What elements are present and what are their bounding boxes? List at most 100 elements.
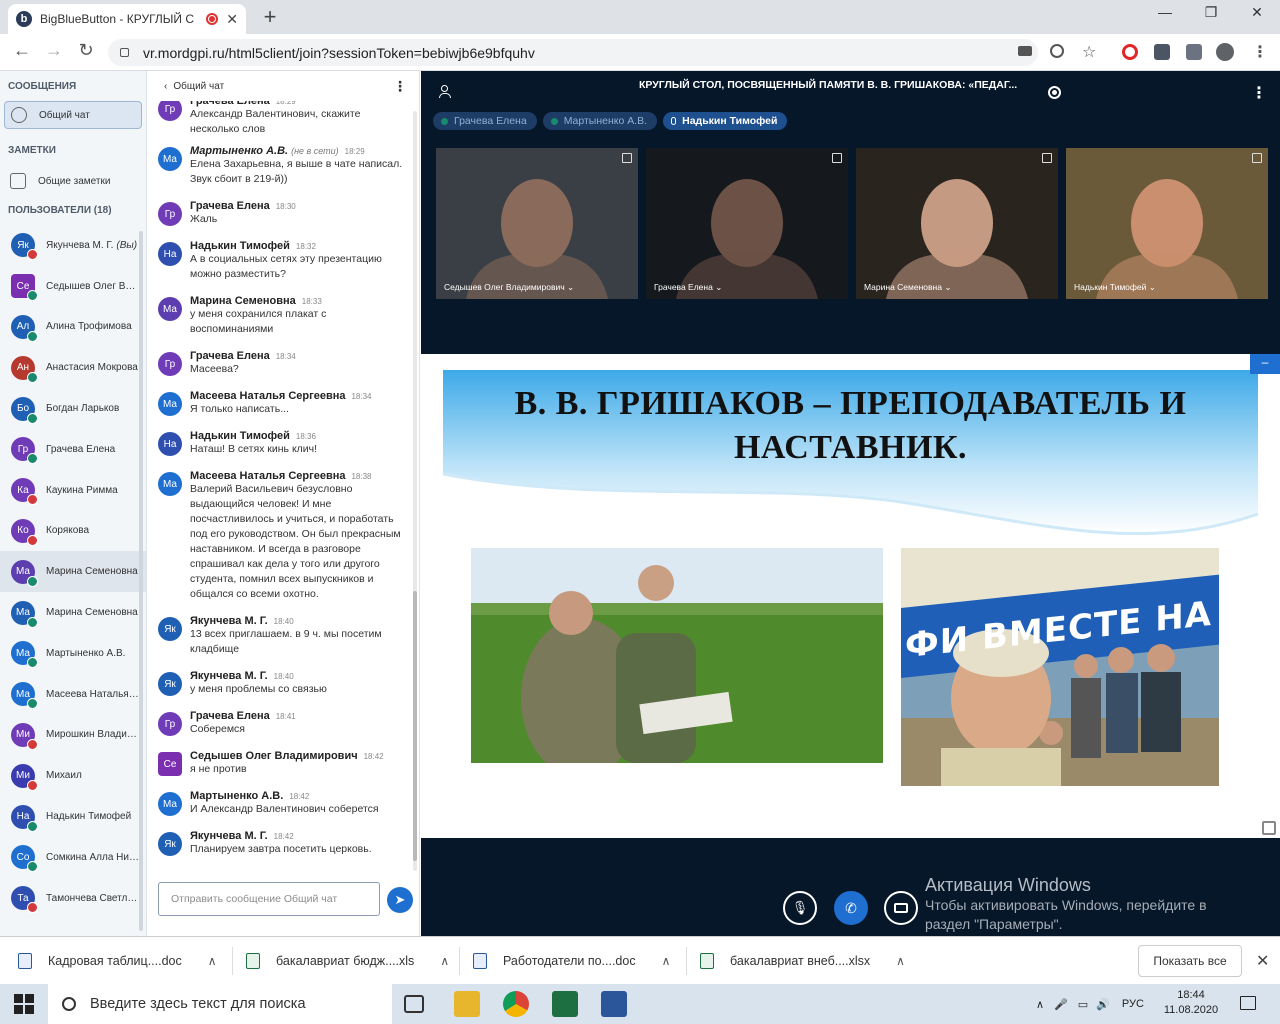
user-list-item[interactable]: Ма Масеева Наталья Сергеевна <box>0 674 146 715</box>
talking-indicator[interactable]: Грачева Елена <box>433 112 537 130</box>
user-list-scrollbar[interactable] <box>139 231 143 931</box>
user-initials: Ко <box>17 525 29 537</box>
download-item[interactable]: бакалавриат внеб....xlsx ∧ <box>700 947 905 975</box>
minimize-window-button[interactable]: — <box>1150 4 1180 20</box>
puzzle-icon[interactable] <box>1186 44 1202 60</box>
user-list-item[interactable]: Ма Мартыненко А.В. <box>0 633 146 674</box>
talking-indicator[interactable]: Мартыненко А.В. <box>542 112 658 130</box>
user-list-panel: СООБЩЕНИЯ Общий чат ЗАМЕТКИ Общие заметк… <box>0 71 147 936</box>
mute-mic-button[interactable]: 🎙 <box>783 891 817 925</box>
record-button[interactable] <box>1048 86 1061 99</box>
download-options-chevron-icon[interactable]: ∧ <box>208 954 217 968</box>
user-list-item[interactable]: На Надькин Тимофей <box>0 796 146 837</box>
excel-icon[interactable] <box>552 991 578 1017</box>
address-bar[interactable]: vr.mordgpi.ru/html5client/join?sessionTo… <box>108 39 1038 66</box>
mic-on-icon <box>27 412 38 424</box>
user-toggle-icon[interactable] <box>439 85 451 98</box>
windows-start-button[interactable] <box>14 994 34 1014</box>
webcam-user-name[interactable]: Марина Семеновна ⌄ <box>864 282 951 293</box>
chat-message-header: Якунчева М. Г. 18:40 <box>190 670 410 682</box>
profile-avatar-icon[interactable] <box>1216 43 1234 61</box>
expand-video-icon[interactable] <box>622 153 632 163</box>
language-indicator[interactable]: РУС <box>1122 998 1144 1010</box>
webcam-video[interactable]: Седышев Олег Владимирович ⌄ <box>436 148 638 299</box>
chat-back-chevron-icon[interactable]: ‹ <box>164 81 167 92</box>
new-tab-button[interactable]: + <box>258 4 282 30</box>
user-list-item[interactable]: Ка Каукина Римма <box>0 470 146 511</box>
chrome-icon[interactable] <box>503 991 529 1017</box>
user-list-item[interactable]: Як Якунчева М. Г. (Вы) <box>0 225 146 266</box>
taskbar-search-box[interactable]: Введите здесь текст для поиска <box>48 984 392 1024</box>
leave-audio-button[interactable]: ✆ <box>834 891 868 925</box>
options-menu-icon[interactable]: ⋮ <box>1251 83 1267 103</box>
bookmark-star-icon[interactable]: ☆ <box>1082 42 1098 61</box>
browser-menu-icon[interactable]: ⋮ <box>1252 42 1268 61</box>
back-button[interactable]: ← <box>10 40 34 61</box>
webcam-user-name[interactable]: Надькин Тимофей ⌄ <box>1074 282 1156 293</box>
webcam-video[interactable]: Грачева Елена ⌄ <box>646 148 848 299</box>
expand-video-icon[interactable] <box>1042 153 1052 163</box>
maximize-window-button[interactable]: ❐ <box>1196 4 1226 21</box>
chat-message-input[interactable]: Отправить сообщение Общий чат <box>158 882 380 916</box>
chat-options-icon[interactable]: ⋮ <box>393 78 407 95</box>
expand-video-icon[interactable] <box>832 153 842 163</box>
download-item[interactable]: Кадровая таблиц....doc ∧ <box>18 947 217 975</box>
user-list-item[interactable]: Ко Корякова <box>0 511 146 552</box>
user-list-item[interactable]: Ма Марина Семеновна <box>0 592 146 633</box>
word-icon[interactable] <box>601 991 627 1017</box>
user-list-item[interactable]: Гр Грачева Елена <box>0 429 146 470</box>
show-all-downloads-button[interactable]: Показать все <box>1138 945 1242 977</box>
user-name: Анастасия Мокрова <box>46 362 140 373</box>
download-options-chevron-icon[interactable]: ∧ <box>440 954 449 968</box>
download-item[interactable]: Работодатели по....doc ∧ <box>473 947 670 975</box>
user-list-item[interactable]: Ми Мирошкин Владимир <box>0 715 146 756</box>
user-initials: На <box>16 811 30 823</box>
task-view-icon[interactable] <box>404 995 424 1013</box>
webcam-video[interactable]: Марина Семеновна ⌄ <box>856 148 1058 299</box>
user-list-item[interactable]: Та Тамончева Светлана <box>0 878 146 919</box>
user-name-text: Масеева Наталья Сергеевна <box>46 688 140 700</box>
network-icon[interactable]: ▭ <box>1078 998 1088 1011</box>
user-list-item[interactable]: Ми Михаил <box>0 755 146 796</box>
user-list-item[interactable]: Ма Марина Семеновна <box>0 551 146 593</box>
close-window-button[interactable]: ✕ <box>1242 4 1272 21</box>
webcam-user-name[interactable]: Седышев Олег Владимирович ⌄ <box>444 282 574 293</box>
microphone-tray-icon[interactable]: 🎤 <box>1054 998 1068 1011</box>
browser-toolbar: ← → ↻ vr.mordgpi.ru/html5client/join?ses… <box>0 34 1280 71</box>
user-list-item[interactable]: Ан Анастасия Мокрова <box>0 347 146 388</box>
taskbar-clock[interactable]: 18:44 11.08.2020 <box>1158 988 1224 1018</box>
chat-scrollbar[interactable] <box>413 111 417 871</box>
minimize-presentation-button[interactable]: – <box>1250 354 1280 374</box>
tray-chevron-icon[interactable]: ∧ <box>1036 998 1044 1011</box>
webcam-video[interactable]: Надькин Тимофей ⌄ <box>1066 148 1268 299</box>
close-downloads-bar-icon[interactable]: ✕ <box>1256 951 1269 971</box>
public-chat-item[interactable]: Общий чат <box>4 101 142 129</box>
send-message-button[interactable]: ➤ <box>387 887 413 913</box>
reload-button[interactable]: ↻ <box>74 40 98 61</box>
camera-icon[interactable] <box>1018 46 1032 56</box>
user-list-item[interactable]: Ал Алина Трофимова <box>0 307 146 348</box>
user-list-item[interactable]: Со Сомкина Алла Николаевна <box>0 837 146 878</box>
talking-indicator[interactable]: Надькин Тимофей <box>663 112 788 130</box>
shared-notes-item[interactable]: Общие заметки <box>4 167 142 195</box>
opera-extension-icon[interactable] <box>1122 44 1138 60</box>
volume-icon[interactable]: 🔊 <box>1096 998 1110 1011</box>
zoom-icon[interactable] <box>1050 44 1064 58</box>
notification-center-icon[interactable] <box>1240 996 1256 1010</box>
user-avatar: Бо <box>11 396 38 424</box>
expand-video-icon[interactable] <box>1252 153 1262 163</box>
fullscreen-presentation-icon[interactable] <box>1262 821 1276 835</box>
forward-button[interactable]: → <box>42 40 66 61</box>
user-name: Надькин Тимофей <box>46 811 140 822</box>
download-item[interactable]: бакалавриат бюдж....xls ∧ <box>246 947 449 975</box>
webcam-user-name[interactable]: Грачева Елена ⌄ <box>654 282 722 293</box>
file-explorer-icon[interactable] <box>454 991 480 1017</box>
share-webcam-button[interactable] <box>884 891 918 925</box>
tab-close-icon[interactable]: ✕ <box>226 11 238 28</box>
user-list-item[interactable]: Бо Богдан Ларьков <box>0 388 146 429</box>
download-options-chevron-icon[interactable]: ∧ <box>662 954 671 968</box>
download-options-chevron-icon[interactable]: ∧ <box>896 954 905 968</box>
browser-tab[interactable]: b BigBlueButton - КРУГЛЫЙ С ✕ <box>8 4 246 34</box>
user-list-item[interactable]: Се Седышев Олег Владимирович <box>0 266 146 307</box>
extension-icon[interactable] <box>1154 44 1170 60</box>
